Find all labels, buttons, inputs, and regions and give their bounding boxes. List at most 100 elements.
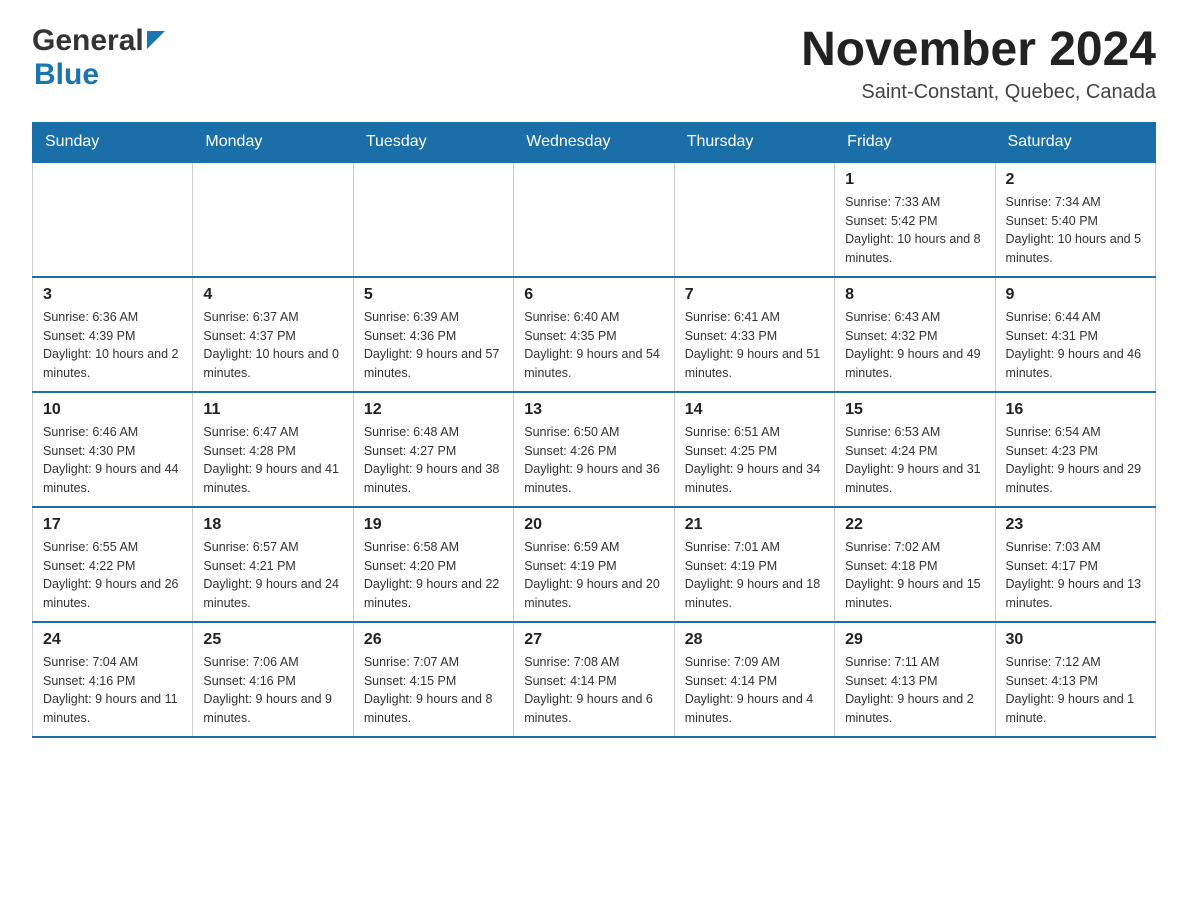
day-info: Sunrise: 7:09 AMSunset: 4:14 PMDaylight:… — [685, 653, 824, 728]
day-info: Sunrise: 7:08 AMSunset: 4:14 PMDaylight:… — [524, 653, 663, 728]
day-number: 25 — [203, 631, 342, 649]
calendar-cell — [514, 162, 674, 277]
location-title: Saint-Constant, Quebec, Canada — [801, 81, 1156, 104]
day-info: Sunrise: 7:11 AMSunset: 4:13 PMDaylight:… — [845, 653, 984, 728]
calendar-cell — [353, 162, 513, 277]
logo: General Blue — [32, 24, 165, 92]
day-number: 28 — [685, 631, 824, 649]
day-number: 9 — [1006, 286, 1145, 304]
calendar-cell: 24 Sunrise: 7:04 AMSunset: 4:16 PMDayligh… — [33, 622, 193, 737]
day-info: Sunrise: 7:02 AMSunset: 4:18 PMDaylight:… — [845, 538, 984, 613]
day-info: Sunrise: 6:43 AMSunset: 4:32 PMDaylight:… — [845, 308, 984, 383]
day-number: 11 — [203, 401, 342, 419]
day-info: Sunrise: 7:06 AMSunset: 4:16 PMDaylight:… — [203, 653, 342, 728]
week-row-3: 10 Sunrise: 6:46 AMSunset: 4:30 PMDayligh… — [33, 392, 1156, 507]
day-info: Sunrise: 6:36 AMSunset: 4:39 PMDaylight:… — [43, 308, 182, 383]
calendar-cell: 11 Sunrise: 6:47 AMSunset: 4:28 PMDayligh… — [193, 392, 353, 507]
logo-triangle-icon — [147, 31, 165, 54]
day-info: Sunrise: 7:03 AMSunset: 4:17 PMDaylight:… — [1006, 538, 1145, 613]
calendar-cell: 10 Sunrise: 6:46 AMSunset: 4:30 PMDayligh… — [33, 392, 193, 507]
calendar-cell: 1 Sunrise: 7:33 AMSunset: 5:42 PMDaylight… — [835, 162, 995, 277]
day-info: Sunrise: 7:34 AMSunset: 5:40 PMDaylight:… — [1006, 193, 1145, 268]
day-number: 21 — [685, 516, 824, 534]
day-info: Sunrise: 6:46 AMSunset: 4:30 PMDaylight:… — [43, 423, 182, 498]
day-number: 30 — [1006, 631, 1145, 649]
calendar-cell: 23 Sunrise: 7:03 AMSunset: 4:17 PMDayligh… — [995, 507, 1155, 622]
day-number: 3 — [43, 286, 182, 304]
week-row-5: 24 Sunrise: 7:04 AMSunset: 4:16 PMDayligh… — [33, 622, 1156, 737]
calendar-cell: 6 Sunrise: 6:40 AMSunset: 4:35 PMDaylight… — [514, 277, 674, 392]
month-title: November 2024 — [801, 24, 1156, 77]
logo-blue-text: Blue — [34, 58, 99, 91]
day-number: 6 — [524, 286, 663, 304]
calendar-cell: 18 Sunrise: 6:57 AMSunset: 4:21 PMDayligh… — [193, 507, 353, 622]
weekday-header-row: SundayMondayTuesdayWednesdayThursdayFrid… — [33, 122, 1156, 162]
day-info: Sunrise: 7:01 AMSunset: 4:19 PMDaylight:… — [685, 538, 824, 613]
calendar-cell: 14 Sunrise: 6:51 AMSunset: 4:25 PMDayligh… — [674, 392, 834, 507]
calendar-cell: 12 Sunrise: 6:48 AMSunset: 4:27 PMDayligh… — [353, 392, 513, 507]
day-number: 15 — [845, 401, 984, 419]
day-info: Sunrise: 6:41 AMSunset: 4:33 PMDaylight:… — [685, 308, 824, 383]
calendar-cell: 27 Sunrise: 7:08 AMSunset: 4:14 PMDayligh… — [514, 622, 674, 737]
day-number: 27 — [524, 631, 663, 649]
day-info: Sunrise: 7:07 AMSunset: 4:15 PMDaylight:… — [364, 653, 503, 728]
calendar-cell: 19 Sunrise: 6:58 AMSunset: 4:20 PMDayligh… — [353, 507, 513, 622]
day-info: Sunrise: 6:37 AMSunset: 4:37 PMDaylight:… — [203, 308, 342, 383]
calendar-cell: 15 Sunrise: 6:53 AMSunset: 4:24 PMDayligh… — [835, 392, 995, 507]
day-number: 24 — [43, 631, 182, 649]
day-info: Sunrise: 6:54 AMSunset: 4:23 PMDaylight:… — [1006, 423, 1145, 498]
day-number: 13 — [524, 401, 663, 419]
calendar-cell: 26Sunrise: 7:07 AMSunset: 4:15 PMDayligh… — [353, 622, 513, 737]
day-number: 14 — [685, 401, 824, 419]
day-info: Sunrise: 6:47 AMSunset: 4:28 PMDaylight:… — [203, 423, 342, 498]
day-info: Sunrise: 6:53 AMSunset: 4:24 PMDaylight:… — [845, 423, 984, 498]
day-info: Sunrise: 6:59 AMSunset: 4:19 PMDaylight:… — [524, 538, 663, 613]
day-info: Sunrise: 6:50 AMSunset: 4:26 PMDaylight:… — [524, 423, 663, 498]
week-row-1: 1 Sunrise: 7:33 AMSunset: 5:42 PMDaylight… — [33, 162, 1156, 277]
weekday-header-tuesday: Tuesday — [353, 122, 513, 162]
day-number: 10 — [43, 401, 182, 419]
calendar-cell: 2 Sunrise: 7:34 AMSunset: 5:40 PMDaylight… — [995, 162, 1155, 277]
weekday-header-friday: Friday — [835, 122, 995, 162]
logo-general-text: General — [32, 24, 144, 58]
day-number: 1 — [845, 171, 984, 189]
calendar-cell: 20Sunrise: 6:59 AMSunset: 4:19 PMDayligh… — [514, 507, 674, 622]
day-info: Sunrise: 7:04 AMSunset: 4:16 PMDaylight:… — [43, 653, 182, 728]
day-number: 22 — [845, 516, 984, 534]
day-number: 12 — [364, 401, 503, 419]
day-number: 16 — [1006, 401, 1145, 419]
day-number: 2 — [1006, 171, 1145, 189]
calendar-cell: 30 Sunrise: 7:12 AMSunset: 4:13 PMDayligh… — [995, 622, 1155, 737]
calendar-cell — [33, 162, 193, 277]
calendar-cell — [193, 162, 353, 277]
weekday-header-wednesday: Wednesday — [514, 122, 674, 162]
day-info: Sunrise: 6:58 AMSunset: 4:20 PMDaylight:… — [364, 538, 503, 613]
calendar-cell: 5Sunrise: 6:39 AMSunset: 4:36 PMDaylight… — [353, 277, 513, 392]
day-info: Sunrise: 6:39 AMSunset: 4:36 PMDaylight:… — [364, 308, 503, 383]
week-row-2: 3 Sunrise: 6:36 AMSunset: 4:39 PMDaylight… — [33, 277, 1156, 392]
day-info: Sunrise: 7:12 AMSunset: 4:13 PMDaylight:… — [1006, 653, 1145, 728]
day-info: Sunrise: 7:33 AMSunset: 5:42 PMDaylight:… — [845, 193, 984, 268]
day-number: 4 — [203, 286, 342, 304]
day-info: Sunrise: 6:57 AMSunset: 4:21 PMDaylight:… — [203, 538, 342, 613]
calendar-cell: 21 Sunrise: 7:01 AMSunset: 4:19 PMDayligh… — [674, 507, 834, 622]
calendar-cell: 9Sunrise: 6:44 AMSunset: 4:31 PMDaylight… — [995, 277, 1155, 392]
calendar-table: SundayMondayTuesdayWednesdayThursdayFrid… — [32, 122, 1156, 738]
day-number: 18 — [203, 516, 342, 534]
weekday-header-monday: Monday — [193, 122, 353, 162]
day-number: 19 — [364, 516, 503, 534]
calendar-cell: 4 Sunrise: 6:37 AMSunset: 4:37 PMDaylight… — [193, 277, 353, 392]
day-number: 7 — [685, 286, 824, 304]
day-info: Sunrise: 6:51 AMSunset: 4:25 PMDaylight:… — [685, 423, 824, 498]
page-header: General Blue November 2024 Saint-Constan… — [32, 24, 1156, 104]
day-number: 17 — [43, 516, 182, 534]
day-info: Sunrise: 6:48 AMSunset: 4:27 PMDaylight:… — [364, 423, 503, 498]
calendar-cell: 16 Sunrise: 6:54 AMSunset: 4:23 PMDayligh… — [995, 392, 1155, 507]
day-info: Sunrise: 6:40 AMSunset: 4:35 PMDaylight:… — [524, 308, 663, 383]
day-number: 23 — [1006, 516, 1145, 534]
day-number: 8 — [845, 286, 984, 304]
calendar-cell: 22 Sunrise: 7:02 AMSunset: 4:18 PMDayligh… — [835, 507, 995, 622]
calendar-cell: 3 Sunrise: 6:36 AMSunset: 4:39 PMDaylight… — [33, 277, 193, 392]
calendar-cell: 8 Sunrise: 6:43 AMSunset: 4:32 PMDaylight… — [835, 277, 995, 392]
week-row-4: 17Sunrise: 6:55 AMSunset: 4:22 PMDayligh… — [33, 507, 1156, 622]
